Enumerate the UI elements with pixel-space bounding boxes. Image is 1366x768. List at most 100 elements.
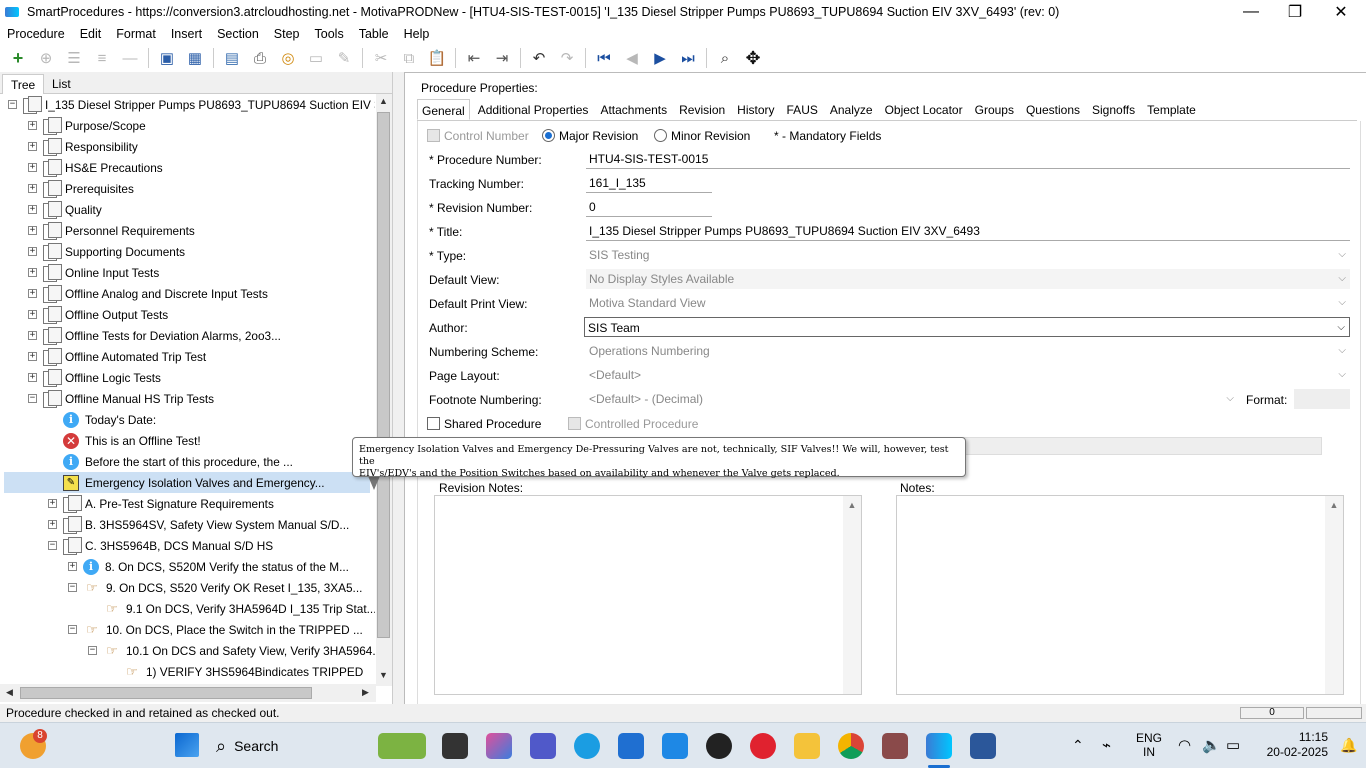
- scroll-up-icon[interactable]: ▲: [379, 96, 388, 106]
- first-icon[interactable]: ⏮: [593, 47, 615, 69]
- expand-icon[interactable]: +: [28, 163, 37, 172]
- collapse-icon[interactable]: −: [88, 646, 97, 655]
- tree-node[interactable]: + B. 3HS5964SV, Safety View System Manual…: [0, 514, 349, 535]
- wifi-icon[interactable]: ◠: [1178, 736, 1191, 754]
- view-icon[interactable]: ▭: [305, 47, 327, 69]
- tree-node[interactable]: − ☞ 10. On DCS, Place the Switch in the TR…: [0, 619, 363, 640]
- control-number-option[interactable]: Control Number: [427, 129, 529, 143]
- tree-node[interactable]: + Online Input Tests: [0, 262, 159, 283]
- expand-icon[interactable]: +: [48, 520, 57, 529]
- notes-textarea[interactable]: ▲: [896, 495, 1344, 695]
- last-icon[interactable]: ⏭: [677, 47, 699, 69]
- menu-help[interactable]: Help: [404, 27, 430, 41]
- find-icon[interactable]: ⌕: [714, 47, 736, 69]
- shared-procedure-checkbox[interactable]: [427, 417, 440, 430]
- indent-list-icon[interactable]: ≡: [91, 47, 113, 69]
- tab-object-locator[interactable]: Object Locator: [881, 99, 967, 120]
- start-icon[interactable]: [175, 733, 199, 757]
- app-icon-red[interactable]: [882, 733, 908, 759]
- footnote-numbering-select[interactable]: <Default> - (Decimal) ⌵: [586, 389, 1238, 409]
- tree-horizontal-scrollbar[interactable]: ◀ ▶: [0, 684, 376, 702]
- menu-format[interactable]: Format: [116, 27, 156, 41]
- controlled-procedure-option[interactable]: Controlled Procedure: [568, 417, 698, 431]
- collapse-icon[interactable]: −: [28, 394, 37, 403]
- tree-node[interactable]: + Supporting Documents: [0, 241, 185, 262]
- menu-tools[interactable]: Tools: [315, 27, 344, 41]
- tab-questions[interactable]: Questions: [1022, 99, 1084, 120]
- control-number-checkbox[interactable]: [427, 129, 440, 142]
- expand-icon[interactable]: +: [28, 373, 37, 382]
- minimize-button[interactable]: —: [1228, 0, 1274, 24]
- collapse-icon[interactable]: −: [68, 583, 77, 592]
- scroll-left-icon[interactable]: ◀: [6, 687, 13, 698]
- terminal-icon[interactable]: [442, 733, 468, 759]
- tree-node[interactable]: + Purpose/Scope: [0, 115, 146, 136]
- chevron-up-icon[interactable]: ⌃: [1072, 737, 1084, 754]
- redo-icon[interactable]: ↷: [556, 47, 578, 69]
- tree-horizontal-thumb[interactable]: [20, 687, 312, 699]
- tree-node[interactable]: − I_135 Diesel Stripper Pumps PU8693_TUPU…: [0, 94, 375, 115]
- menu-step[interactable]: Step: [274, 27, 300, 41]
- tree-node[interactable]: ☞ 9.1 On DCS, Verify 3HA5964D I_135 Trip …: [0, 598, 375, 619]
- clock[interactable]: 11:15 20-02-2025: [1254, 730, 1328, 760]
- numbering-scheme-select[interactable]: Operations Numbering ⌵: [586, 341, 1350, 361]
- tab-attachments[interactable]: Attachments: [596, 99, 671, 120]
- tab-groups[interactable]: Groups: [971, 99, 1018, 120]
- scroll-up-icon[interactable]: ▲: [843, 500, 861, 510]
- scroll-right-icon[interactable]: ▶: [362, 687, 369, 698]
- language-indicator[interactable]: ENG IN: [1134, 731, 1164, 759]
- menu-section[interactable]: Section: [217, 27, 259, 41]
- tree-node[interactable]: + A. Pre-Test Signature Requirements: [0, 493, 274, 514]
- expand-icon[interactable]: +: [28, 205, 37, 214]
- shared-procedure-option[interactable]: Shared Procedure: [427, 417, 541, 431]
- tab-additional-properties[interactable]: Additional Properties: [474, 99, 593, 120]
- tab-list[interactable]: List: [44, 74, 79, 94]
- tree-node[interactable]: + Offline Automated Trip Test: [0, 346, 206, 367]
- notification-bell-icon[interactable]: 🔔: [1340, 737, 1357, 754]
- minor-revision-radio[interactable]: [654, 129, 667, 142]
- tree-node[interactable]: − Offline Manual HS Trip Tests: [0, 388, 214, 409]
- tree-node[interactable]: + i 8. On DCS, S520M Verify the status of …: [0, 556, 349, 577]
- list-icon[interactable]: ☰: [63, 47, 85, 69]
- opera-icon[interactable]: [750, 733, 776, 759]
- page-layout-select[interactable]: <Default> ⌵: [586, 365, 1350, 385]
- expand-icon[interactable]: +: [28, 226, 37, 235]
- notes-scrollbar[interactable]: ▲: [1325, 496, 1343, 694]
- collapse-icon[interactable]: −: [68, 625, 77, 634]
- tab-template[interactable]: Template: [1143, 99, 1200, 120]
- tree-node[interactable]: ✕ This is an Offline Test!: [0, 430, 201, 451]
- tree-node[interactable]: + Personnel Requirements: [0, 220, 195, 241]
- title-input[interactable]: I_135 Diesel Stripper Pumps PU8693_TUPU8…: [586, 221, 1350, 241]
- expand-icon[interactable]: +: [28, 268, 37, 277]
- expand-icon[interactable]: +: [28, 142, 37, 151]
- tree-node[interactable]: − C. 3HS5964B, DCS Manual S/D HS: [0, 535, 273, 556]
- default-print-view-select[interactable]: Motiva Standard View ⌵: [586, 293, 1350, 313]
- tracking-number-input[interactable]: 161_I_135: [586, 173, 712, 193]
- menu-table[interactable]: Table: [359, 27, 389, 41]
- tab-analyze[interactable]: Analyze: [826, 99, 877, 120]
- remove-icon[interactable]: —: [119, 47, 141, 69]
- edge-icon[interactable]: [574, 733, 600, 759]
- controlled-procedure-checkbox[interactable]: [568, 417, 581, 430]
- store-icon[interactable]: [618, 733, 644, 759]
- expand-icon[interactable]: +: [28, 310, 37, 319]
- tree-node[interactable]: + Quality: [0, 199, 102, 220]
- collapse-icon[interactable]: −: [8, 100, 17, 109]
- copilot-icon[interactable]: [486, 733, 512, 759]
- expand-icon[interactable]: +: [28, 289, 37, 298]
- paste-icon[interactable]: 📋: [426, 47, 448, 69]
- expand-icon[interactable]: +: [28, 331, 37, 340]
- battery-icon[interactable]: ▭: [1226, 736, 1240, 754]
- maximize-button[interactable]: ❐: [1272, 0, 1318, 24]
- file-explorer-icon[interactable]: [794, 733, 820, 759]
- collapse-icon[interactable]: −: [48, 541, 57, 550]
- tree-node[interactable]: + Offline Analog and Discrete Input Tests: [0, 283, 268, 304]
- previous-icon[interactable]: ◀: [621, 47, 643, 69]
- tree-node[interactable]: − ☞ 10.1 On DCS and Safety View, Verify 3H…: [0, 640, 375, 661]
- tab-tree[interactable]: Tree: [2, 74, 45, 94]
- next-icon[interactable]: ▶: [649, 47, 671, 69]
- menu-edit[interactable]: Edit: [80, 27, 102, 41]
- default-view-select[interactable]: No Display Styles Available ⌵: [586, 269, 1350, 289]
- tree-node[interactable]: + Prerequisites: [0, 178, 134, 199]
- tree-node[interactable]: i Today's Date:: [0, 409, 156, 430]
